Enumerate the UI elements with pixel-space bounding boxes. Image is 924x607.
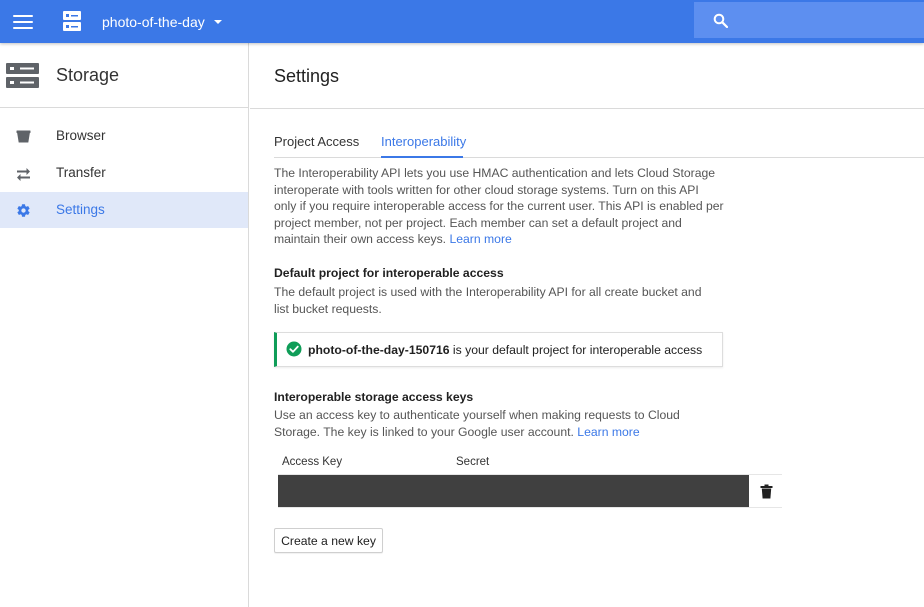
sidebar-item-transfer[interactable]: Transfer: [0, 155, 248, 191]
check-circle-icon: [286, 341, 302, 357]
sidebar-title: Storage: [56, 65, 120, 85]
sidebar-item-browser[interactable]: Browser: [0, 118, 248, 154]
access-keys-table: Access Key Secret: [278, 453, 782, 508]
caret-down-icon: [213, 19, 222, 24]
access-keys-heading: Interoperable storage access keys: [274, 390, 474, 404]
menu-icon[interactable]: [10, 9, 36, 35]
bucket-icon: [16, 130, 31, 143]
sidebar-item-label: Settings: [56, 202, 105, 217]
sidebar-item-settings[interactable]: Settings: [0, 192, 248, 228]
column-header-access-key: Access Key: [282, 456, 343, 468]
default-project-heading: Default project for interoperable access: [274, 266, 504, 280]
column-header-secret: Secret: [456, 456, 490, 468]
access-keys-learn-more-link[interactable]: Learn more: [577, 425, 639, 439]
page-header: Settings: [250, 43, 924, 109]
intro-text: The Interoperability API lets you use HM…: [274, 165, 724, 248]
tab-project-access[interactable]: Project Access: [274, 134, 359, 149]
access-keys-text: Use an access key to authenticate yourse…: [274, 407, 714, 440]
tab-bar: Project Access Interoperability: [274, 121, 924, 158]
default-project-notice: photo-of-the-day-150716 is your default …: [274, 332, 723, 367]
storage-icon: [6, 63, 39, 88]
active-tab-indicator: [381, 156, 463, 158]
default-project-notice-text: photo-of-the-day-150716 is your default …: [308, 343, 702, 357]
sidebar-item-label: Browser: [56, 128, 106, 143]
search-input[interactable]: [694, 2, 924, 38]
project-name: photo-of-the-day: [102, 13, 205, 30]
create-key-button[interactable]: Create a new key: [274, 528, 383, 553]
sidebar: Storage Browser Transfer Settings: [0, 43, 249, 607]
intro-section: The Interoperability API lets you use HM…: [274, 165, 724, 248]
sidebar-item-label: Transfer: [56, 165, 106, 180]
default-project-text: The default project is used with the Int…: [274, 285, 702, 316]
main-content: Settings Project Access Interoperability…: [250, 43, 924, 607]
table-row: [278, 474, 782, 508]
tab-interoperability[interactable]: Interoperability: [381, 134, 466, 149]
delete-icon[interactable]: [760, 484, 773, 499]
server-icon: [63, 11, 81, 31]
top-app-bar: photo-of-the-day: [0, 0, 924, 43]
default-project-id: photo-of-the-day-150716: [308, 343, 450, 357]
transfer-icon: [17, 168, 30, 181]
sidebar-header: Storage: [0, 43, 248, 108]
project-selector[interactable]: photo-of-the-day: [102, 0, 222, 43]
search-icon: [713, 13, 728, 28]
redacted-key-values: [278, 475, 749, 507]
intro-learn-more-link[interactable]: Learn more: [449, 232, 511, 246]
gear-icon: [17, 204, 30, 217]
page-title: Settings: [274, 66, 340, 86]
default-project-notice-suffix: is your default project for interoperabl…: [449, 343, 703, 357]
